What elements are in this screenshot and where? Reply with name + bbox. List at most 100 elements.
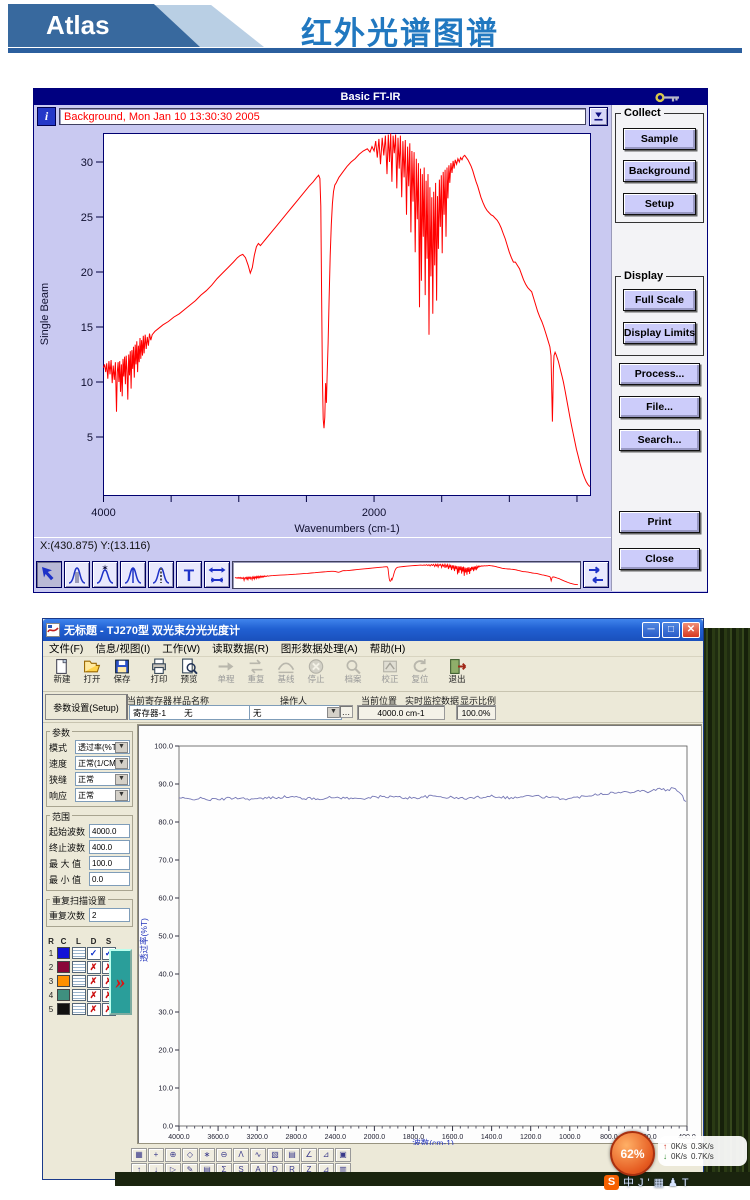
combo-arrow-icon[interactable]: ▼ — [115, 742, 128, 753]
scan-go-button[interactable]: » — [109, 949, 132, 1015]
color-swatch[interactable] — [57, 961, 70, 973]
minimize-button[interactable]: ─ — [642, 622, 660, 638]
param-row-1-field[interactable]: 正常(1/CM)▼ — [75, 756, 130, 770]
background-button[interactable]: Background — [623, 160, 696, 182]
graph-tool-marker-button[interactable]: ◇ — [182, 1148, 198, 1162]
range-row-0-field[interactable]: 4000.0 — [89, 824, 130, 838]
graph-tool-table-button[interactable]: ▤ — [284, 1148, 300, 1162]
svg-text:Single Beam: Single Beam — [39, 283, 51, 345]
d-checkbox[interactable]: ✗ — [87, 961, 101, 974]
menu-item-5[interactable]: 帮助(H) — [370, 641, 406, 656]
graph-tool-zoom-in-button[interactable]: ⊕ — [165, 1148, 181, 1162]
maximize-button[interactable]: □ — [662, 622, 680, 638]
select-cursor-button[interactable] — [36, 561, 62, 588]
menu-item-4[interactable]: 图形数据处理(A) — [281, 641, 358, 656]
pan-arrows-button[interactable] — [583, 561, 609, 588]
ime-icon-3[interactable]: ▦ — [654, 1176, 664, 1191]
save-icon — [112, 658, 132, 675]
close-button[interactable]: Close — [619, 548, 700, 570]
param-row-3-field[interactable]: 正常▼ — [75, 788, 130, 802]
ftir-spectrum-chart[interactable]: 5101520253040002000Wavenumbers (cm-1)Sin… — [34, 128, 611, 537]
d-checkbox[interactable]: ✗ — [87, 1003, 101, 1016]
list-icon[interactable] — [72, 947, 86, 959]
fit-x-button[interactable] — [204, 561, 230, 588]
spectrum-overview-strip[interactable] — [232, 561, 581, 589]
process-button[interactable]: Process... — [619, 363, 700, 385]
range-row-3-field[interactable]: 0.0 — [89, 872, 130, 886]
spectrum-info-field[interactable]: Background, Mon Jan 10 13:30:30 2005 — [59, 108, 586, 125]
graph-tool-slope-button[interactable]: ⊿ — [318, 1148, 334, 1162]
spectrum-dropdown-button[interactable] — [589, 107, 608, 126]
d-checkbox[interactable]: ✗ — [87, 975, 101, 988]
ime-logo-icon[interactable]: S — [604, 1175, 619, 1190]
toolbar-exit-button[interactable]: 退出 — [442, 658, 472, 684]
list-icon[interactable] — [72, 989, 86, 1001]
color-swatch[interactable] — [57, 1003, 70, 1015]
register-number: 4 — [49, 991, 53, 1000]
menu-item-2[interactable]: 工作(W) — [162, 641, 200, 656]
ime-icon-1[interactable]: J — [638, 1176, 644, 1191]
svg-text:4000: 4000 — [91, 507, 115, 519]
ftir-titlebar[interactable]: Basic FT-IR — [34, 89, 707, 105]
d-checkbox[interactable]: ✓ — [87, 947, 101, 960]
toolbar-open-button[interactable]: 打开 — [77, 658, 107, 684]
operator-combo[interactable]: 无 ▼ — [249, 705, 342, 720]
ime-icon-5[interactable]: T — [682, 1176, 689, 1191]
graph-tool-angle-button[interactable]: ∠ — [301, 1148, 317, 1162]
menu-item-3[interactable]: 读取数据(R) — [212, 641, 269, 656]
graph-tool-star-button[interactable]: ∗ — [199, 1148, 215, 1162]
combo-arrow-icon[interactable]: ▼ — [115, 758, 128, 769]
range-row-2-field[interactable]: 100.0 — [89, 856, 130, 870]
print-button[interactable]: Print — [619, 511, 700, 533]
graph-tool-grid-button[interactable]: ▦ — [131, 1148, 147, 1162]
tj-monitor-chart[interactable]: 100.090.080.070.060.050.040.030.020.010.… — [138, 725, 701, 1145]
ime-icon-0[interactable]: 中 — [623, 1176, 634, 1191]
ime-icon-2[interactable]: ' — [648, 1176, 650, 1191]
graph-tool-overlay-button[interactable]: ▧ — [267, 1148, 283, 1162]
color-swatch[interactable] — [57, 989, 70, 1001]
combo-arrow-icon[interactable]: ▼ — [115, 790, 128, 801]
full-scale-button[interactable]: Full Scale — [623, 289, 696, 311]
peak-width-button[interactable] — [148, 561, 174, 588]
register-combo[interactable]: 寄存器-1 无 — [129, 705, 252, 720]
menu-item-0[interactable]: 文件(F) — [49, 641, 83, 656]
repeat-row-0-field[interactable]: 2 — [89, 908, 130, 922]
toolbar-save-button[interactable]: 保存 — [107, 658, 137, 684]
color-swatch[interactable] — [57, 947, 70, 959]
combo-arrow-icon[interactable]: ▼ — [115, 774, 128, 785]
tab-setup[interactable]: 参数设置(Setup) — [45, 694, 128, 720]
ime-icon-4[interactable]: ♟ — [668, 1176, 678, 1191]
tj270-titlebar[interactable]: 无标题 - TJ270型 双光束分光光度计 ─ □ ✕ — [43, 619, 703, 641]
display-limits-button[interactable]: Display Limits — [623, 322, 696, 344]
peak-area-button[interactable] — [64, 561, 90, 588]
toolbar-print-button[interactable]: 打印 — [144, 658, 174, 684]
register-header: RCLDS — [46, 937, 116, 946]
info-button[interactable]: i — [37, 107, 56, 126]
network-monitor-badge[interactable]: 62% — [610, 1131, 655, 1176]
menu-item-1[interactable]: 信息/视图(I) — [95, 641, 150, 656]
d-checkbox[interactable]: ✗ — [87, 989, 101, 1002]
peak-pick-button[interactable]: ✶ — [92, 561, 118, 588]
graph-tool-crosshair-button[interactable]: + — [148, 1148, 164, 1162]
toolbar-new-button[interactable]: 新建 — [47, 658, 77, 684]
graph-tool-trace-button[interactable]: ∿ — [250, 1148, 266, 1162]
close-button[interactable]: ✕ — [682, 622, 700, 638]
setup-button[interactable]: Setup — [623, 193, 696, 215]
param-row-0-field[interactable]: 透过率(%T)▼ — [75, 740, 130, 754]
list-icon[interactable] — [72, 961, 86, 973]
toolbar-preview-button[interactable]: 预览 — [174, 658, 204, 684]
text-tool-button[interactable]: T — [176, 561, 202, 588]
graph-tool-report-button[interactable]: ▣ — [335, 1148, 351, 1162]
sample-button[interactable]: Sample — [623, 128, 696, 150]
peak-height-button[interactable] — [120, 561, 146, 588]
browse-button[interactable]: … — [339, 705, 353, 718]
color-swatch[interactable] — [57, 975, 70, 987]
list-icon[interactable] — [72, 975, 86, 987]
file-button[interactable]: File... — [619, 396, 700, 418]
list-icon[interactable] — [72, 1003, 86, 1015]
param-row-2-field[interactable]: 正常▼ — [75, 772, 130, 786]
graph-tool-peak-button[interactable]: Λ — [233, 1148, 249, 1162]
search-button[interactable]: Search... — [619, 429, 700, 451]
graph-tool-zoom-out-button[interactable]: ⊖ — [216, 1148, 232, 1162]
range-row-1-field[interactable]: 400.0 — [89, 840, 130, 854]
